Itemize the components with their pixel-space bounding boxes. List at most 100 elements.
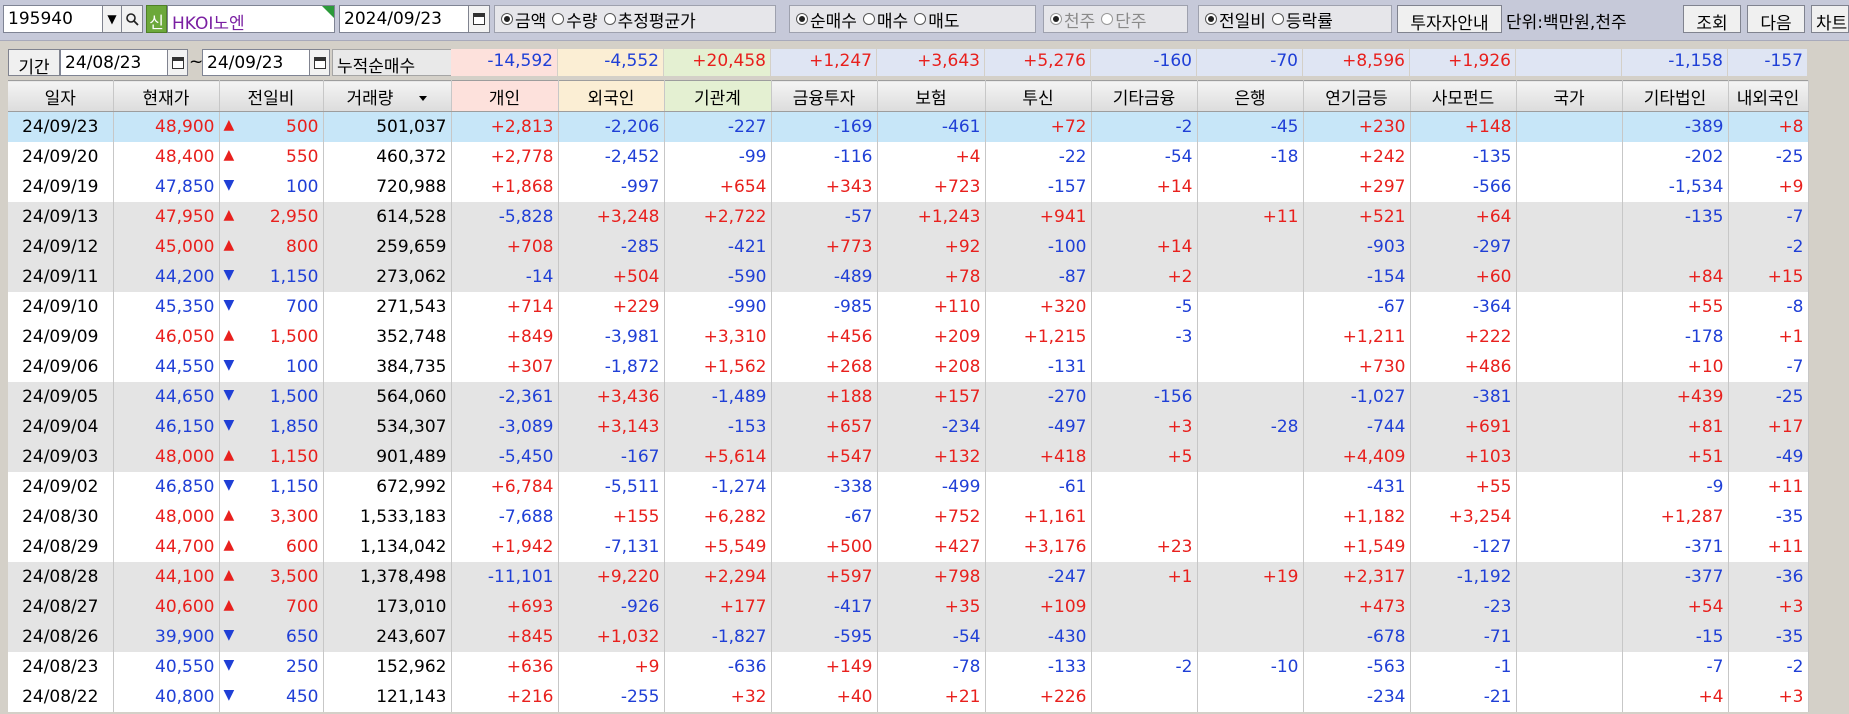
col-header-investment-trust[interactable]: 투신	[985, 80, 1092, 112]
cell-date: 24/09/03	[8, 441, 114, 472]
cell-volume: 271,543	[323, 291, 452, 322]
radio-net-buy[interactable]: 순매수	[796, 7, 857, 32]
query-button[interactable]: 조회	[1683, 5, 1741, 34]
table-row[interactable]: 24/08/22 40,800 ▼ 450 121,143 +216 -255 +32 +40 +…	[8, 681, 1809, 712]
cell-other-finance: +23	[1091, 531, 1198, 562]
radio-amount[interactable]: 금액	[501, 7, 546, 32]
col-header-label: 금융투자	[792, 88, 856, 109]
to-date-input[interactable]: 24/09/23	[202, 49, 310, 76]
cell-price: 48,000	[113, 441, 220, 472]
col-header-financial-investment[interactable]: 금융투자	[771, 80, 878, 112]
date-input[interactable]: 2024/09/23	[339, 5, 469, 33]
radio-prev-day[interactable]: 전일비	[1205, 7, 1266, 32]
col-header-change[interactable]: 전일비	[219, 80, 324, 112]
table-row[interactable]: 24/09/12 45,000 ▲ 800 259,659 +708 -285 -421 +77…	[8, 231, 1809, 262]
cumulative-investment-trust: +5,276	[985, 49, 1090, 76]
col-header-insurance[interactable]: 보험	[877, 80, 986, 112]
cell-domestic-foreign: -7	[1728, 201, 1809, 232]
change-value: 450	[286, 686, 319, 707]
col-header-other-corp[interactable]: 기타법인	[1622, 80, 1729, 112]
cell-volume: 901,489	[323, 441, 452, 472]
from-date-input[interactable]: 24/08/23	[60, 49, 168, 76]
cell-investment-trust: +72	[985, 111, 1092, 142]
to-calendar-button[interactable]	[309, 49, 330, 76]
stock-name-field[interactable]: HKOI노엔	[167, 5, 335, 33]
table-row[interactable]: 24/09/19 47,850 ▼ 100 720,988 +1,868 -997 +654 +…	[8, 171, 1809, 202]
cell-government	[1516, 501, 1623, 532]
cell-other-corp: +54	[1622, 591, 1729, 622]
cumulative-net-buy-label: 누적순매수	[332, 49, 454, 77]
table-row[interactable]: 24/09/20 48,400 ▲ 550 460,372 +2,778 -2,452 -99…	[8, 141, 1809, 172]
col-header-price[interactable]: 현재가	[113, 80, 220, 112]
table-row[interactable]: 24/09/05 44,650 ▼ 1,500 564,060 -2,361 +3,436-…	[8, 381, 1809, 412]
next-button[interactable]: 다음	[1747, 5, 1805, 34]
col-header-other-finance[interactable]: 기타금융	[1091, 80, 1198, 112]
cell-other-finance: -2	[1091, 111, 1198, 142]
cell-change: ▲ 1,150	[219, 441, 324, 472]
cell-bank	[1197, 171, 1304, 202]
table-row[interactable]: 24/08/23 40,550 ▼ 250 152,962 +636 +9 -636 +149-…	[8, 651, 1809, 682]
radio-quantity[interactable]: 수량	[552, 7, 598, 32]
col-header-label: 투신	[1022, 88, 1054, 109]
up-arrow-icon: ▲	[223, 236, 235, 253]
table-row[interactable]: 24/08/29 44,700 ▲ 600 1,134,042 +1,942 -7,131 +…	[8, 531, 1809, 562]
table-row[interactable]: 24/09/02 46,850 ▼ 1,150 672,992 +6,784 -5,511-…	[8, 471, 1809, 502]
cell-pension: -563	[1303, 651, 1411, 682]
cell-investment-trust: -61	[985, 471, 1092, 502]
col-header-foreign[interactable]: 외국인	[558, 80, 665, 112]
col-header-government[interactable]: 국가	[1516, 80, 1623, 112]
chart-button[interactable]: 차트	[1811, 5, 1849, 34]
unit-group: 천주 단주	[1043, 5, 1188, 33]
radio-thousand-shares[interactable]: 천주	[1050, 7, 1095, 32]
col-header-individual[interactable]: 개인	[451, 80, 559, 112]
cell-foreign: +155	[558, 501, 665, 532]
table-row[interactable]: 24/09/11 44,200 ▼ 1,150 273,062 -14 +504 -590 -4…	[8, 261, 1809, 292]
table-row[interactable]: 24/09/13 47,950 ▲ 2,950 614,528 -5,828 +3,248 +…	[8, 201, 1809, 232]
date-calendar-button[interactable]	[468, 5, 490, 33]
col-header-date[interactable]: 일자	[8, 80, 114, 112]
table-row[interactable]: 24/08/26 39,900 ▼ 650 243,607 +845 +1,032 -1,82…	[8, 621, 1809, 652]
table-row[interactable]: 24/09/04 46,150 ▼ 1,850 534,307 -3,089 +3,143-…	[8, 411, 1809, 442]
code-dropdown-button[interactable]: ▼	[102, 5, 122, 33]
col-header-domestic-foreign[interactable]: 내외국인	[1728, 80, 1809, 112]
cumulative-government	[1516, 49, 1621, 76]
cell-other-finance	[1091, 681, 1198, 712]
col-header-volume[interactable]: 거래량	[323, 80, 452, 112]
table-row[interactable]: 24/09/06 44,550 ▼ 100 384,735 +307 -1,872 +1,56…	[8, 351, 1809, 382]
cell-other-corp: -178	[1622, 321, 1729, 352]
col-header-private-fund[interactable]: 사모펀드	[1410, 80, 1517, 112]
cell-date: 24/09/02	[8, 471, 114, 502]
table-row[interactable]: 24/09/23 48,900 ▲ 500 501,037 +2,813 -2,206 -22…	[8, 111, 1809, 142]
table-row[interactable]: 24/08/28 44,100 ▲ 3,500 1,378,498 -11,101 +9,2…	[8, 561, 1809, 592]
col-header-institution[interactable]: 기관계	[664, 80, 772, 112]
radio-change-rate[interactable]: 등락률	[1271, 7, 1333, 32]
col-header-bank[interactable]: 은행	[1197, 80, 1304, 112]
cell-foreign: +3,143	[558, 411, 665, 442]
cell-volume: 460,372	[323, 141, 452, 172]
sort-down-icon[interactable]	[419, 96, 428, 101]
cell-private-fund: +222	[1410, 321, 1517, 352]
table-row[interactable]: 24/09/03 48,000 ▲ 1,150 901,489 -5,450 -167 +5,…	[8, 441, 1809, 472]
cell-pension: +730	[1303, 351, 1411, 382]
table-row[interactable]: 24/09/10 45,350 ▼ 700 271,543 +714 +229 -990 -98…	[8, 291, 1809, 322]
cell-other-finance: -2	[1091, 651, 1198, 682]
cell-institution: -227	[664, 111, 772, 142]
radio-icon	[1050, 13, 1062, 25]
radio-sell[interactable]: 매도	[914, 7, 959, 32]
stock-code-input[interactable]: 195940	[3, 5, 103, 33]
radio-single-shares[interactable]: 단주	[1101, 7, 1147, 32]
search-button[interactable]	[121, 5, 143, 33]
table-row[interactable]: 24/08/27 40,600 ▲ 700 173,010 +693 -926 +177 -41…	[8, 591, 1809, 622]
radio-estimated-avg[interactable]: 추정평균가	[603, 7, 696, 32]
col-header-label: 일자	[44, 88, 76, 109]
cell-other-finance: +3	[1091, 411, 1198, 442]
col-header-pension[interactable]: 연기금등	[1303, 80, 1411, 112]
cell-bank: -10	[1197, 651, 1304, 682]
table-row[interactable]: 24/09/09 46,050 ▲ 1,500 352,748 +849 -3,981 +3,…	[8, 321, 1809, 352]
investor-guide-button[interactable]: 투자자안내	[1397, 5, 1502, 34]
radio-buy[interactable]: 매수	[862, 7, 908, 32]
cell-institution: +654	[664, 171, 772, 202]
from-calendar-button[interactable]	[167, 49, 188, 76]
cell-other-finance	[1091, 351, 1198, 382]
table-row[interactable]: 24/08/30 48,000 ▲ 3,300 1,533,183 -7,688 +155 +…	[8, 501, 1809, 532]
